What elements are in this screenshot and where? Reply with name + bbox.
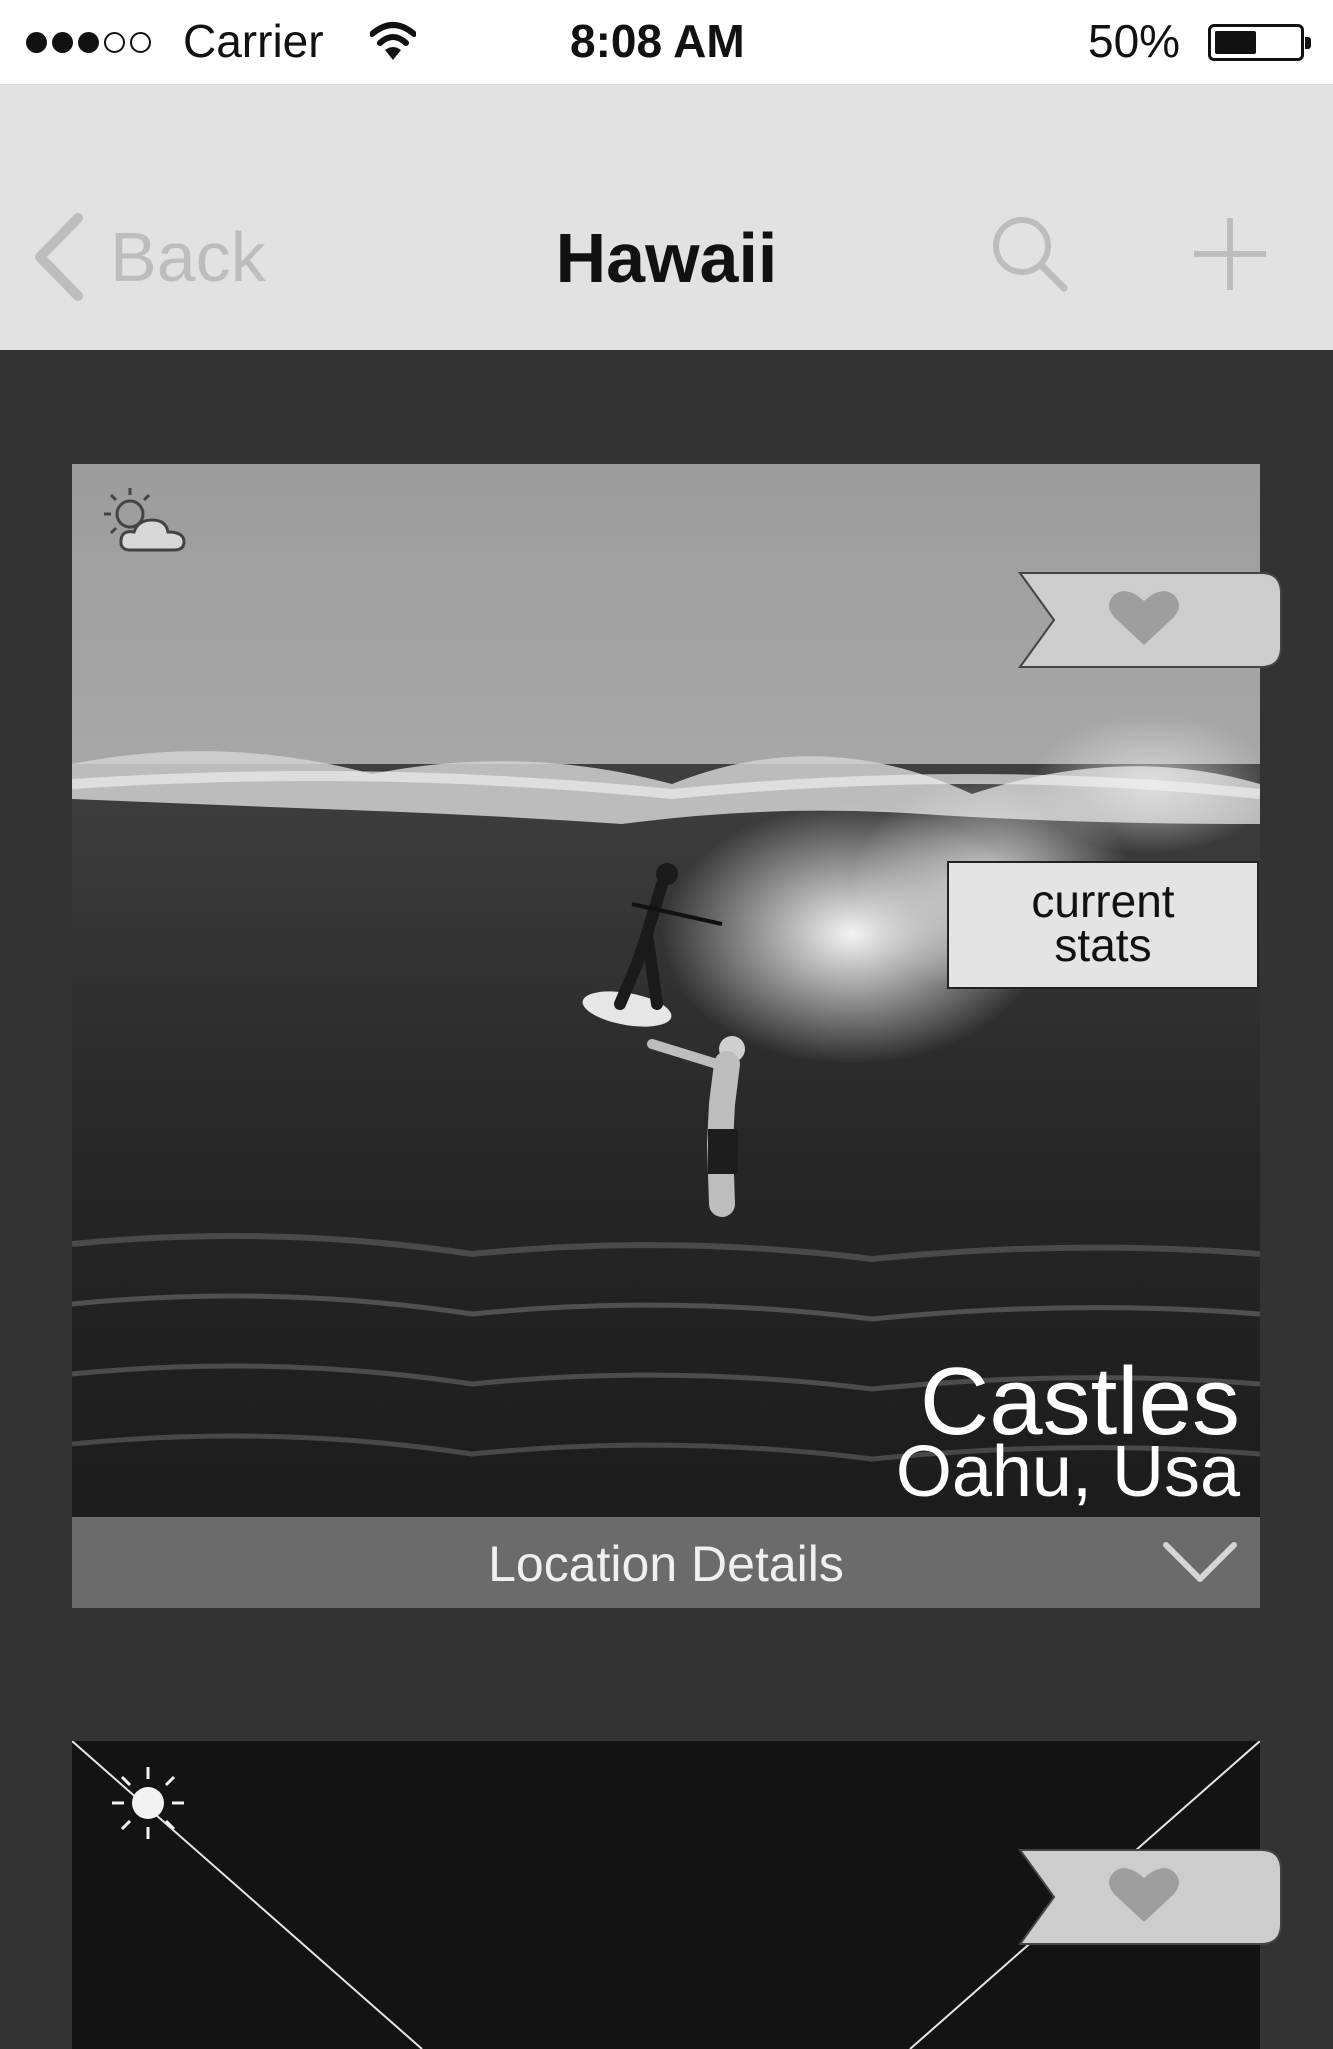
time-label: 8:08 AM bbox=[570, 15, 745, 67]
location-details-bar[interactable]: Location Details bbox=[72, 1517, 1260, 1608]
favorite-ribbon[interactable] bbox=[1018, 571, 1283, 669]
carrier-label: Carrier bbox=[183, 15, 324, 67]
status-bar: Carrier 8:08 AM 50% bbox=[0, 0, 1333, 85]
partly-cloudy-icon bbox=[104, 488, 186, 552]
stats-label-line2: stats bbox=[1054, 919, 1152, 971]
sun-icon bbox=[112, 1767, 184, 1839]
page-title: Hawaii bbox=[555, 219, 778, 297]
stats-label-line1: current bbox=[1031, 875, 1175, 927]
favorite-ribbon-2[interactable] bbox=[1018, 1848, 1283, 1946]
search-icon[interactable] bbox=[990, 214, 1068, 292]
current-stats-button[interactable]: current stats bbox=[947, 861, 1259, 989]
plus-icon[interactable] bbox=[1190, 214, 1270, 294]
signal-strength-icon bbox=[26, 32, 151, 53]
chevron-down-icon[interactable] bbox=[1162, 1541, 1238, 1585]
wifi-icon bbox=[370, 22, 416, 60]
location-details-label: Location Details bbox=[488, 1536, 844, 1592]
battery-percent: 50% bbox=[1088, 15, 1181, 67]
battery-icon bbox=[1208, 24, 1311, 61]
spot-location: Oahu, Usa bbox=[895, 1432, 1240, 1512]
